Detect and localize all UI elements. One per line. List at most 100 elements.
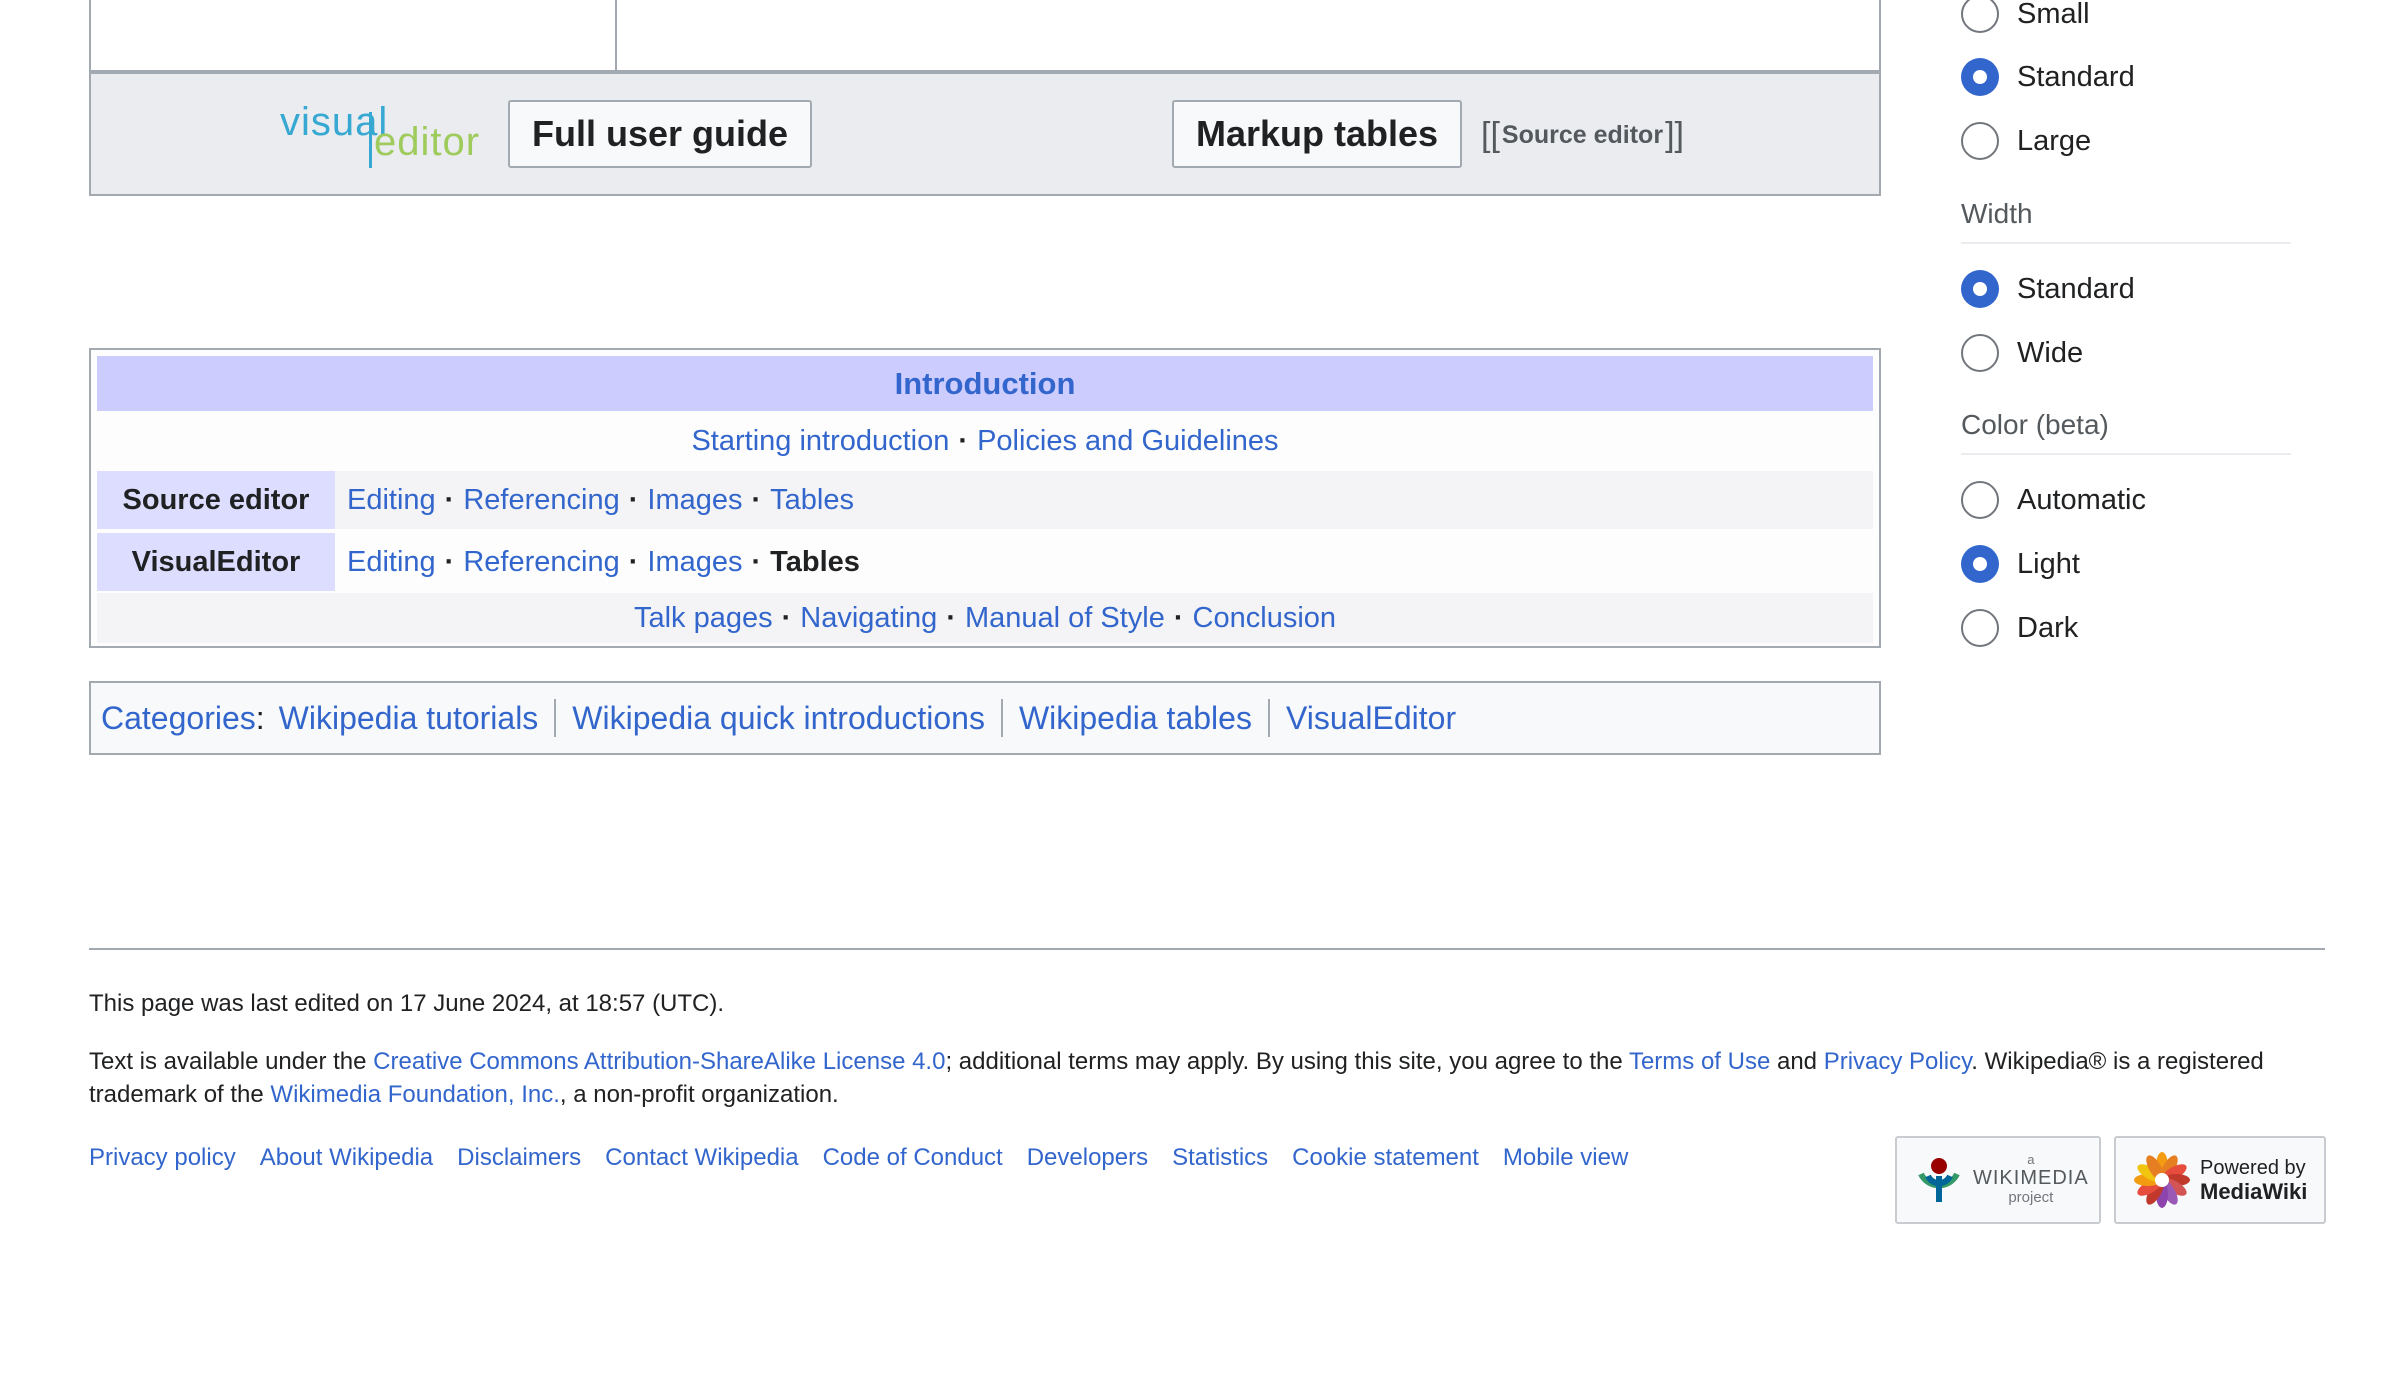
category-separator xyxy=(1267,699,1270,737)
markup-tables-button[interactable]: Markup tables xyxy=(1172,100,1462,168)
radio-label: Standard xyxy=(2017,272,2135,305)
ve-images-link[interactable]: Images xyxy=(647,546,742,579)
footer-statistics-link[interactable]: Statistics xyxy=(1172,1144,1268,1172)
separator-dot: · xyxy=(751,483,762,516)
text-size-standard-option[interactable]: Standard xyxy=(1961,58,2135,96)
radio-label: Automatic xyxy=(2017,483,2146,516)
navbox-title-link[interactable]: Introduction xyxy=(895,366,1076,402)
badge-line2: MediaWiki xyxy=(2200,1179,2308,1204)
mediawiki-badge-text: Powered by MediaWiki xyxy=(2200,1156,2307,1204)
navbox-row-more: Talk pages · Navigating · Manual of Styl… xyxy=(97,593,1873,643)
category-link[interactable]: Wikipedia tables xyxy=(1019,700,1252,737)
navbox-group-visual-editor: VisualEditor xyxy=(97,533,335,591)
separator-dot: · xyxy=(444,545,455,578)
ve-referencing-link[interactable]: Referencing xyxy=(463,546,619,579)
privacy-policy-inline-link[interactable]: Privacy Policy xyxy=(1824,1048,1972,1075)
conclusion-link[interactable]: Conclusion xyxy=(1193,602,1336,635)
cc-license-link[interactable]: Creative Commons Attribution-ShareAlike … xyxy=(373,1048,945,1075)
text-size-large-option[interactable]: Large xyxy=(1961,122,2091,160)
source-tables-link[interactable]: Tables xyxy=(770,484,854,517)
radio-icon[interactable] xyxy=(1961,481,1999,519)
wikimedia-project-badge[interactable]: a WIKIMEDIA project xyxy=(1895,1136,2101,1224)
width-standard-option[interactable]: Standard xyxy=(1961,270,2135,308)
footer-mobile-view-link[interactable]: Mobile view xyxy=(1503,1144,1628,1172)
radio-icon[interactable] xyxy=(1961,334,1999,372)
license-text: Text is available under the xyxy=(89,1048,374,1075)
logo-text-visual: visual xyxy=(280,100,389,144)
separator-dot: · xyxy=(946,601,956,634)
category-link[interactable]: Wikipedia quick introductions xyxy=(572,700,985,737)
radio-selected-icon[interactable] xyxy=(1961,58,1999,96)
width-wide-option[interactable]: Wide xyxy=(1961,334,2083,372)
source-editing-link[interactable]: Editing xyxy=(347,484,436,517)
terms-of-use-link[interactable]: Terms of Use xyxy=(1629,1048,1770,1075)
color-automatic-option[interactable]: Automatic xyxy=(1961,481,2146,519)
talk-pages-link[interactable]: Talk pages xyxy=(634,602,773,635)
license-text: and xyxy=(1770,1048,1824,1075)
category-links: Categories : Wikipedia tutorials Wikiped… xyxy=(89,681,1881,755)
text-size-small-option[interactable]: Small xyxy=(1961,0,2090,33)
footer-cookie-statement-link[interactable]: Cookie statement xyxy=(1292,1144,1479,1172)
separator-dot: · xyxy=(781,601,792,634)
footer-developers-link[interactable]: Developers xyxy=(1027,1144,1148,1172)
footer-contact-link[interactable]: Contact Wikipedia xyxy=(605,1144,798,1172)
navbox-row-source-editor: Source editor Editing · Referencing · Im… xyxy=(97,471,1873,529)
navbox-list-visual-editor: Editing · Referencing · Images · Tables xyxy=(347,533,860,591)
radio-label: Small xyxy=(2017,0,2090,30)
navbox-row-intro: Starting introduction · Policies and Gui… xyxy=(97,415,1873,467)
footer-disclaimers-link[interactable]: Disclaimers xyxy=(457,1144,581,1172)
categories-label-link[interactable]: Categories xyxy=(101,700,256,737)
color-dark-option[interactable]: Dark xyxy=(1961,609,2078,647)
radio-label: Light xyxy=(2017,547,2080,580)
starting-introduction-link[interactable]: Starting introduction xyxy=(691,425,949,458)
ve-tables-current: Tables xyxy=(770,545,860,578)
separator-dot: · xyxy=(751,545,762,578)
category-separator xyxy=(554,699,557,737)
license-text: ; additional terms may apply. By using t… xyxy=(945,1048,1629,1075)
radio-label: Standard xyxy=(2017,60,2135,93)
full-user-guide-button[interactable]: Full user guide xyxy=(508,100,812,168)
visualeditor-logo: visual editor xyxy=(280,100,490,170)
width-heading: Width xyxy=(1961,198,2291,244)
category-link[interactable]: Wikipedia tutorials xyxy=(279,700,539,737)
ve-editing-link[interactable]: Editing xyxy=(347,546,436,579)
source-editor-link[interactable]: [[ Source editor ]] xyxy=(1481,116,1684,155)
source-referencing-link[interactable]: Referencing xyxy=(463,484,619,517)
separator-dot: · xyxy=(1173,601,1184,634)
separator-dot: · xyxy=(444,483,455,516)
footer-divider xyxy=(89,948,2325,950)
badge-sub-text: project xyxy=(2008,1189,2054,1206)
footer-code-of-conduct-link[interactable]: Code of Conduct xyxy=(823,1144,1003,1172)
navbox-row-visual-editor: VisualEditor Editing · Referencing · Ima… xyxy=(97,533,1873,591)
radio-icon[interactable] xyxy=(1961,0,1999,33)
badge-small-text: a xyxy=(2027,1152,2035,1167)
radio-selected-icon[interactable] xyxy=(1961,270,1999,308)
visual-editor-bar: visual editor Full user guide Markup tab… xyxy=(89,72,1881,196)
color-light-option[interactable]: Light xyxy=(1961,545,2080,583)
color-heading: Color (beta) xyxy=(1961,409,2291,455)
radio-label: Wide xyxy=(2017,336,2084,369)
radio-icon[interactable] xyxy=(1961,122,1999,160)
separator-dot: · xyxy=(628,545,639,578)
category-link[interactable]: VisualEditor xyxy=(1286,700,1456,737)
bracket-close: ]] xyxy=(1665,116,1684,154)
footer-privacy-policy-link[interactable]: Privacy policy xyxy=(89,1144,236,1172)
navbox-title: Introduction xyxy=(97,356,1873,411)
source-editor-label[interactable]: Source editor xyxy=(1500,121,1665,150)
manual-of-style-link[interactable]: Manual of Style xyxy=(965,602,1165,635)
source-images-link[interactable]: Images xyxy=(647,484,742,517)
license-info: Text is available under the Creative Com… xyxy=(89,1045,2325,1111)
separator-dot: · xyxy=(628,483,639,516)
radio-selected-icon[interactable] xyxy=(1961,545,1999,583)
powered-by-mediawiki-badge[interactable]: Powered by MediaWiki xyxy=(2114,1136,2326,1224)
radio-icon[interactable] xyxy=(1961,609,1999,647)
policies-guidelines-link[interactable]: Policies and Guidelines xyxy=(977,425,1278,458)
table-divider xyxy=(615,0,617,70)
footer-about-link[interactable]: About Wikipedia xyxy=(260,1144,433,1172)
navbox-group-source-editor: Source editor xyxy=(97,471,335,529)
wikimedia-logo-icon xyxy=(1918,1158,1960,1202)
separator-dot: · xyxy=(958,424,969,457)
navigating-link[interactable]: Navigating xyxy=(800,602,937,635)
wikimedia-foundation-link[interactable]: Wikimedia Foundation, Inc. xyxy=(270,1081,559,1108)
top-table-remnant xyxy=(89,0,1881,72)
